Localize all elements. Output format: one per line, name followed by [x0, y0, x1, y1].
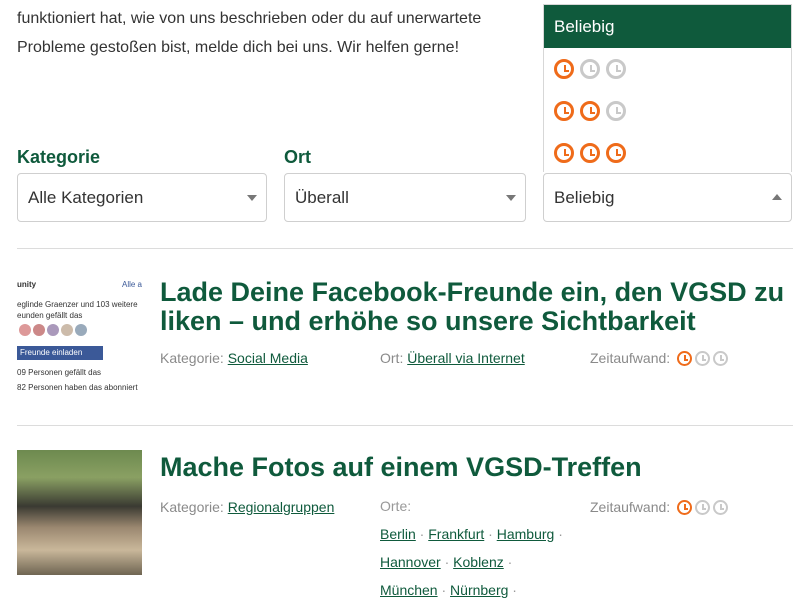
- kategorie-link[interactable]: Social Media: [228, 350, 308, 366]
- chevron-up-icon: [772, 194, 782, 200]
- clock-icon: [580, 101, 600, 121]
- ort-link-hamburg[interactable]: Hamburg: [497, 526, 555, 542]
- chevron-down-icon: [247, 195, 257, 201]
- ort-select-value: Überall: [295, 188, 349, 207]
- ort-link-koblenz[interactable]: Koblenz: [453, 554, 504, 570]
- clock-icon: [554, 59, 574, 79]
- ort-link[interactable]: Überall via Internet: [407, 350, 525, 366]
- ort-select[interactable]: Überall: [284, 173, 526, 222]
- divider: [17, 248, 793, 249]
- zeitaufwand-prefix: Zeitaufwand:: [590, 499, 671, 515]
- kategorie-prefix: Kategorie:: [160, 350, 224, 366]
- divider: [17, 425, 793, 426]
- dropdown-option-level-3[interactable]: [544, 132, 791, 174]
- zeitaufwand-prefix: Zeitaufwand:: [590, 350, 671, 366]
- thumb-line4: 82 Personen haben das abonniert: [17, 383, 138, 392]
- kategorie-label: Kategorie: [17, 147, 101, 167]
- zeitaufwand-dropdown: Beliebig: [543, 4, 792, 172]
- intro-text: funktioniert hat, wie von uns beschriebe…: [17, 10, 482, 56]
- clock-icon: [695, 351, 711, 366]
- dropdown-option-level-1[interactable]: [544, 48, 791, 90]
- clock-icon: [554, 101, 574, 121]
- thumb-header: unity: [17, 280, 37, 289]
- ort-label: Ort: [284, 147, 311, 167]
- item-orte: Orte: Berlin · Frankfurt · Hamburg · Han…: [380, 492, 563, 604]
- avatar-group: [19, 324, 89, 340]
- item-zeitaufwand: Zeitaufwand:: [590, 350, 729, 366]
- dropdown-option-beliebig[interactable]: Beliebig: [544, 5, 791, 48]
- clock-icon: [606, 101, 626, 121]
- kategorie-select-value: Alle Kategorien: [28, 188, 144, 207]
- item-title[interactable]: Lade Deine Facebook-Freunde ein, den VGS…: [160, 278, 790, 336]
- clock-icon: [580, 59, 600, 79]
- clock-icon: [695, 500, 711, 515]
- dropdown-option-level-2[interactable]: [544, 90, 791, 132]
- zeitaufwand-clocks: [677, 500, 729, 515]
- thumb-line2: eunden gefällt das: [17, 311, 83, 320]
- item-zeitaufwand: Zeitaufwand:: [590, 499, 729, 515]
- item-kategorie: Kategorie: Regionalgruppen: [160, 499, 334, 515]
- orte-prefix: Orte:: [380, 498, 412, 514]
- ort-prefix: Ort:: [380, 350, 404, 366]
- meeting-photo-thumbnail[interactable]: [17, 450, 142, 575]
- facebook-thumbnail[interactable]: unity Alle a eglinde Graenzer und 103 we…: [17, 272, 142, 397]
- ort-link-frankfurt[interactable]: Frankfurt: [428, 526, 484, 542]
- item-ort: Ort: Überall via Internet: [380, 350, 525, 366]
- thumb-line1: eglinde Graenzer und 103 weitere: [17, 300, 138, 309]
- clock-icon: [580, 143, 600, 163]
- clock-icon: [677, 351, 693, 366]
- item-title[interactable]: Mache Fotos auf einem VGSD-Treffen: [160, 453, 790, 482]
- kategorie-prefix: Kategorie:: [160, 499, 224, 515]
- chevron-down-icon: [506, 195, 516, 201]
- zeitaufwand-select[interactable]: Beliebig: [543, 173, 792, 222]
- ort-link-hannover[interactable]: Hannover: [380, 554, 441, 570]
- clock-icon: [606, 143, 626, 163]
- clock-icon: [677, 500, 693, 515]
- zeitaufwand-select-value: Beliebig: [554, 188, 615, 207]
- ort-link-berlin[interactable]: Berlin: [380, 526, 416, 542]
- clock-icon: [713, 351, 729, 366]
- zeitaufwand-clocks: [677, 351, 729, 366]
- clock-icon: [713, 500, 729, 515]
- ort-link-nuernberg[interactable]: Nürnberg: [450, 582, 508, 598]
- ort-link-muenchen[interactable]: München: [380, 582, 438, 598]
- kategorie-link[interactable]: Regionalgruppen: [228, 499, 335, 515]
- clock-icon: [606, 59, 626, 79]
- kategorie-select[interactable]: Alle Kategorien: [17, 173, 267, 222]
- thumb-line3: 09 Personen gefällt das: [17, 368, 102, 377]
- thumb-button: Freunde einladen: [17, 346, 103, 360]
- clock-icon: [554, 143, 574, 163]
- thumb-link: Alle a: [121, 280, 142, 289]
- item-kategorie: Kategorie: Social Media: [160, 350, 308, 366]
